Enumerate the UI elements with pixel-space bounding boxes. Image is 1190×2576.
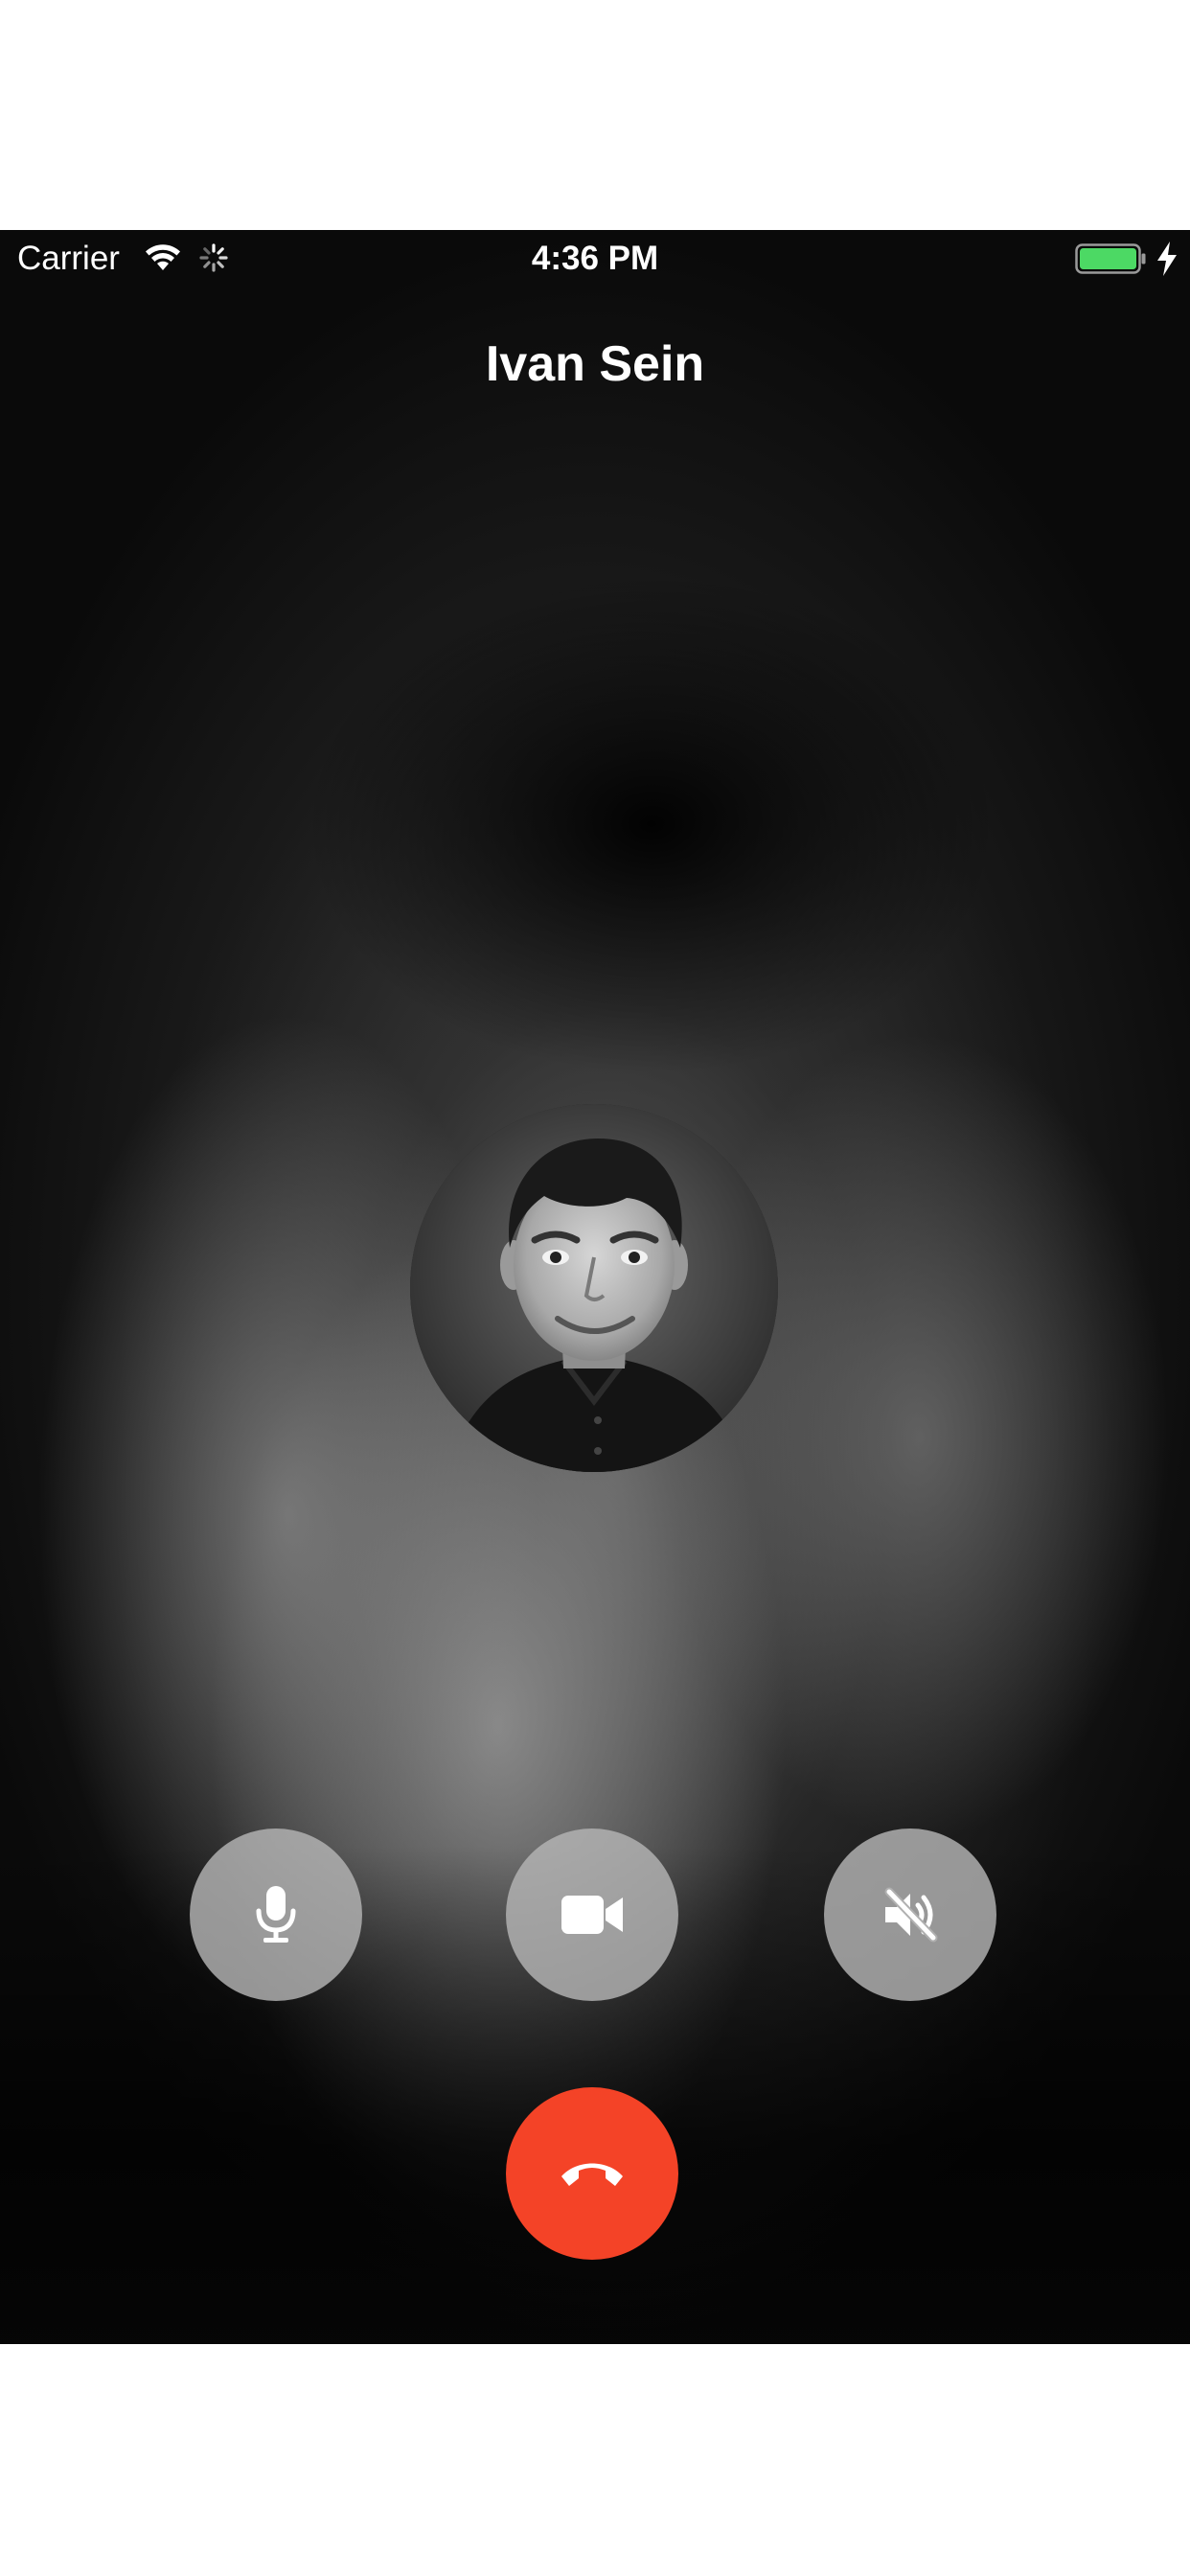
microphone-icon [253,1884,299,1945]
status-bar: Carrier 4:36 PM [0,230,1190,288]
end-call-button[interactable] [506,2087,678,2260]
caller-avatar [410,1104,778,1472]
video-button[interactable] [506,1828,678,2001]
speaker-button[interactable] [824,1828,996,2001]
video-camera-icon [560,1892,625,1938]
page: Carrier 4:36 PM Ivan Sein [0,0,1190,2576]
battery-icon [1075,243,1146,274]
microphone-button[interactable] [190,1828,362,2001]
caller-name: Ivan Sein [485,336,705,392]
call-screen: Carrier 4:36 PM Ivan Sein [0,230,1190,2344]
hang-up-phone-icon [558,2157,627,2190]
status-time: 4:36 PM [531,240,659,277]
speaker-muted-icon [881,1886,939,1944]
charging-bolt-icon [1156,241,1179,277]
